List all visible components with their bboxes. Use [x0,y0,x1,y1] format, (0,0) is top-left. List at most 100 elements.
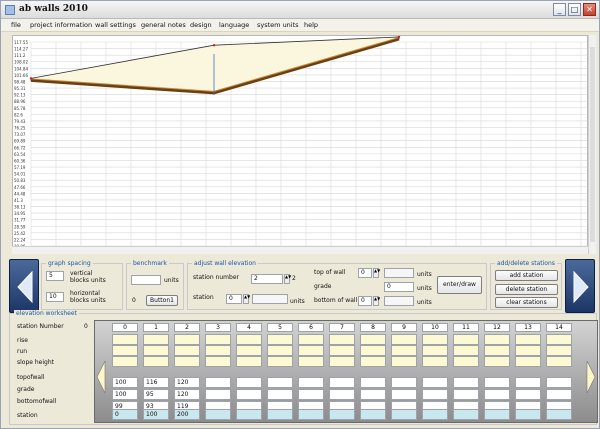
worksheet-cell[interactable] [143,356,169,367]
worksheet-cell[interactable] [360,409,386,420]
worksheet-cell[interactable] [453,356,479,367]
worksheet-cell[interactable] [546,377,572,388]
worksheet-cell[interactable] [453,377,479,388]
worksheet-cell[interactable] [422,389,448,400]
benchmark-input[interactable] [131,275,161,285]
worksheet-cell[interactable] [391,389,417,400]
minimize-button[interactable]: _ [553,3,566,16]
worksheet-cell[interactable] [143,345,169,356]
worksheet-cell[interactable] [205,377,231,388]
worksheet-cell[interactable] [329,334,355,345]
worksheet-cell[interactable] [422,409,448,420]
worksheet-cell[interactable] [298,377,324,388]
worksheet-cell[interactable] [391,345,417,356]
worksheet-cell[interactable] [422,356,448,367]
grade-input[interactable]: 0 [384,282,414,292]
worksheet-cell[interactable] [422,334,448,345]
worksheet-cell[interactable] [546,389,572,400]
worksheet-cell[interactable] [236,345,262,356]
station-marker[interactable] [29,77,33,80]
worksheet-cell[interactable] [236,377,262,388]
worksheet-cell[interactable] [391,356,417,367]
worksheet-cell[interactable] [236,409,262,420]
bottom-of-wall-input[interactable]: 0 [358,296,372,306]
worksheet-cell[interactable] [546,345,572,356]
worksheet-cell[interactable]: 95 [143,389,169,400]
delete-station-button[interactable]: delete station [495,284,558,295]
worksheet-left-arrow-icon[interactable] [96,357,106,397]
worksheet-cell[interactable] [174,345,200,356]
menu-file[interactable]: file [11,21,21,29]
close-button[interactable]: ✕ [583,3,596,16]
button1[interactable]: Button1 [146,295,178,306]
worksheet-cell[interactable] [267,409,293,420]
worksheet-cell[interactable]: 120 [174,389,200,400]
worksheet-cell[interactable] [298,389,324,400]
station-number-input[interactable]: 2 [251,274,283,284]
enter-draw-button[interactable]: enter/draw [437,276,482,294]
worksheet-cell[interactable] [174,356,200,367]
worksheet-cell[interactable] [174,334,200,345]
worksheet-cell[interactable]: 100 [143,409,169,420]
worksheet-cell[interactable] [360,389,386,400]
worksheet-cell[interactable] [205,345,231,356]
worksheet-cell[interactable] [453,334,479,345]
vertical-spacing-input[interactable]: 5 [46,271,64,281]
worksheet-cell[interactable] [515,334,541,345]
top-of-wall-spinner[interactable]: ▲▼ [373,268,380,278]
worksheet-cell[interactable] [453,389,479,400]
worksheet-cell[interactable] [112,345,138,356]
worksheet-cell[interactable] [267,389,293,400]
top-of-wall-input[interactable]: 0 [358,268,372,278]
worksheet-cell[interactable] [236,356,262,367]
worksheet-cell[interactable] [298,356,324,367]
worksheet-cell[interactable] [267,334,293,345]
menu-language[interactable]: language [219,21,249,29]
worksheet-cell[interactable] [205,334,231,345]
worksheet-cell[interactable] [205,356,231,367]
worksheet-cell[interactable] [205,409,231,420]
worksheet-cell[interactable] [236,334,262,345]
next-station-arrow[interactable] [565,259,595,313]
station-number-spinner[interactable]: ▲▼ [284,274,291,284]
worksheet-cell[interactable] [267,345,293,356]
previous-station-arrow[interactable] [9,259,39,313]
maximize-button[interactable]: □ [568,3,581,16]
graph-horizontal-scrollbar[interactable] [12,246,588,254]
worksheet-cell[interactable]: 200 [174,409,200,420]
add-station-button[interactable]: add station [495,270,558,281]
worksheet-cell[interactable] [391,334,417,345]
worksheet-cell[interactable] [546,334,572,345]
worksheet-cell[interactable] [236,389,262,400]
worksheet-cell[interactable] [453,345,479,356]
worksheet-cell[interactable] [422,377,448,388]
worksheet-cell[interactable] [329,377,355,388]
worksheet-cell[interactable] [329,345,355,356]
menu-general-notes[interactable]: general notes [141,21,186,29]
worksheet-cell[interactable] [143,334,169,345]
worksheet-cell[interactable] [453,409,479,420]
elevation-graph[interactable]: 117.55 114.27 111.2 108.02 104.84 101.66 98.48… [12,35,588,254]
menu-project-information[interactable]: project information [30,21,92,29]
scroll-thumb[interactable] [590,47,595,242]
worksheet-cell[interactable] [360,334,386,345]
worksheet-cell[interactable] [112,356,138,367]
worksheet-cell[interactable] [515,389,541,400]
station-marker[interactable] [212,44,216,47]
worksheet-cell[interactable] [329,409,355,420]
worksheet-cell[interactable] [422,345,448,356]
bottom-of-wall-spinner[interactable]: ▲▼ [373,296,380,306]
worksheet-cell[interactable] [298,409,324,420]
worksheet-cell[interactable]: 100 [112,389,138,400]
clear-stations-button[interactable]: clear stations [495,297,558,308]
menu-help[interactable]: help [304,21,318,29]
worksheet-cell[interactable] [484,334,510,345]
worksheet-cell[interactable] [360,345,386,356]
worksheet-cell[interactable]: 120 [174,377,200,388]
menu-system-units[interactable]: system units [257,21,299,29]
worksheet-cell[interactable] [298,345,324,356]
worksheet-cell[interactable] [360,377,386,388]
worksheet-cell[interactable] [515,409,541,420]
worksheet-cell[interactable] [546,356,572,367]
menu-design[interactable]: design [190,21,212,29]
